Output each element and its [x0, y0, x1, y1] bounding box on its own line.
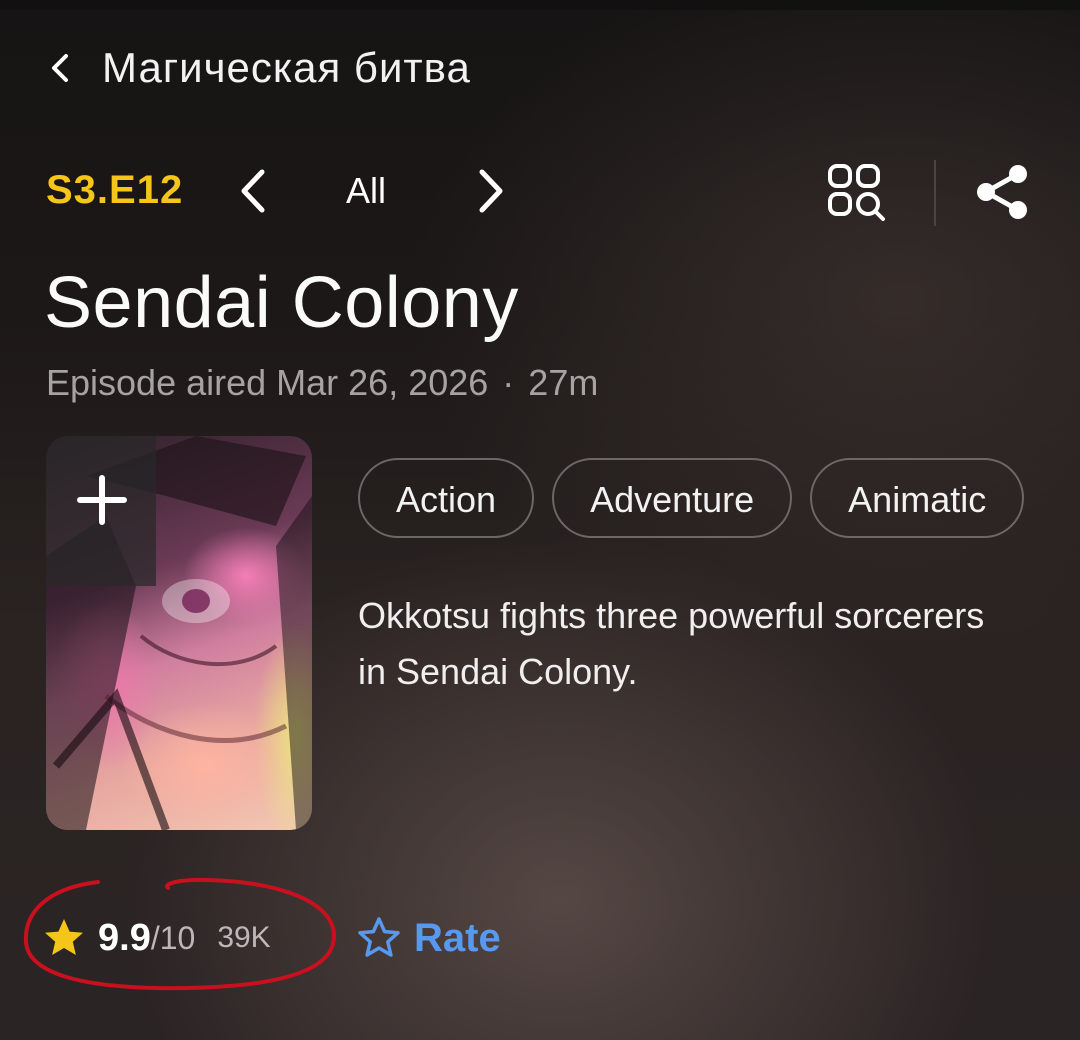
divider: [934, 160, 936, 226]
annotation-circle: [23, 877, 337, 991]
star-outline-icon: [358, 917, 400, 957]
rate-label[interactable]: Rate: [414, 916, 501, 961]
genre-chip[interactable]: Action: [358, 458, 535, 538]
series-title[interactable]: Магическая битва: [102, 44, 471, 92]
add-to-watchlist-button[interactable]: [46, 436, 156, 586]
next-episode-button[interactable]: [470, 166, 510, 216]
plus-icon: [77, 475, 127, 525]
grid-search-icon[interactable]: [826, 162, 888, 224]
episode-description: Okkotsu fights three powerful sorcerers …: [358, 595, 985, 692]
runtime: 27m: [528, 362, 599, 403]
share-icon[interactable]: [974, 162, 1030, 222]
genre-chips: Action Adventure Animatic: [358, 458, 1030, 542]
episode-title: Sendai Colony: [44, 263, 519, 343]
status-bar-edge: [0, 0, 1080, 10]
rate-button[interactable]: Rate: [356, 908, 501, 968]
chevron-left-icon[interactable]: [48, 38, 74, 98]
all-episodes-button[interactable]: All: [346, 170, 386, 212]
episode-meta: Episode aired Mar 26, 2026 · 27m: [46, 362, 598, 404]
back-navigation[interactable]: Магическая битва: [48, 38, 471, 98]
episode-navigation: S3.E12 All: [46, 160, 1036, 226]
previous-episode-button[interactable]: [234, 166, 274, 216]
meta-separator: ·: [502, 362, 515, 403]
episode-poster[interactable]: [46, 436, 312, 830]
genre-chip[interactable]: Animatic: [810, 458, 1025, 538]
episode-code: S3.E12: [46, 168, 184, 212]
genre-chip[interactable]: Adventure: [552, 458, 793, 538]
air-date: Episode aired Mar 26, 2026: [46, 362, 489, 403]
